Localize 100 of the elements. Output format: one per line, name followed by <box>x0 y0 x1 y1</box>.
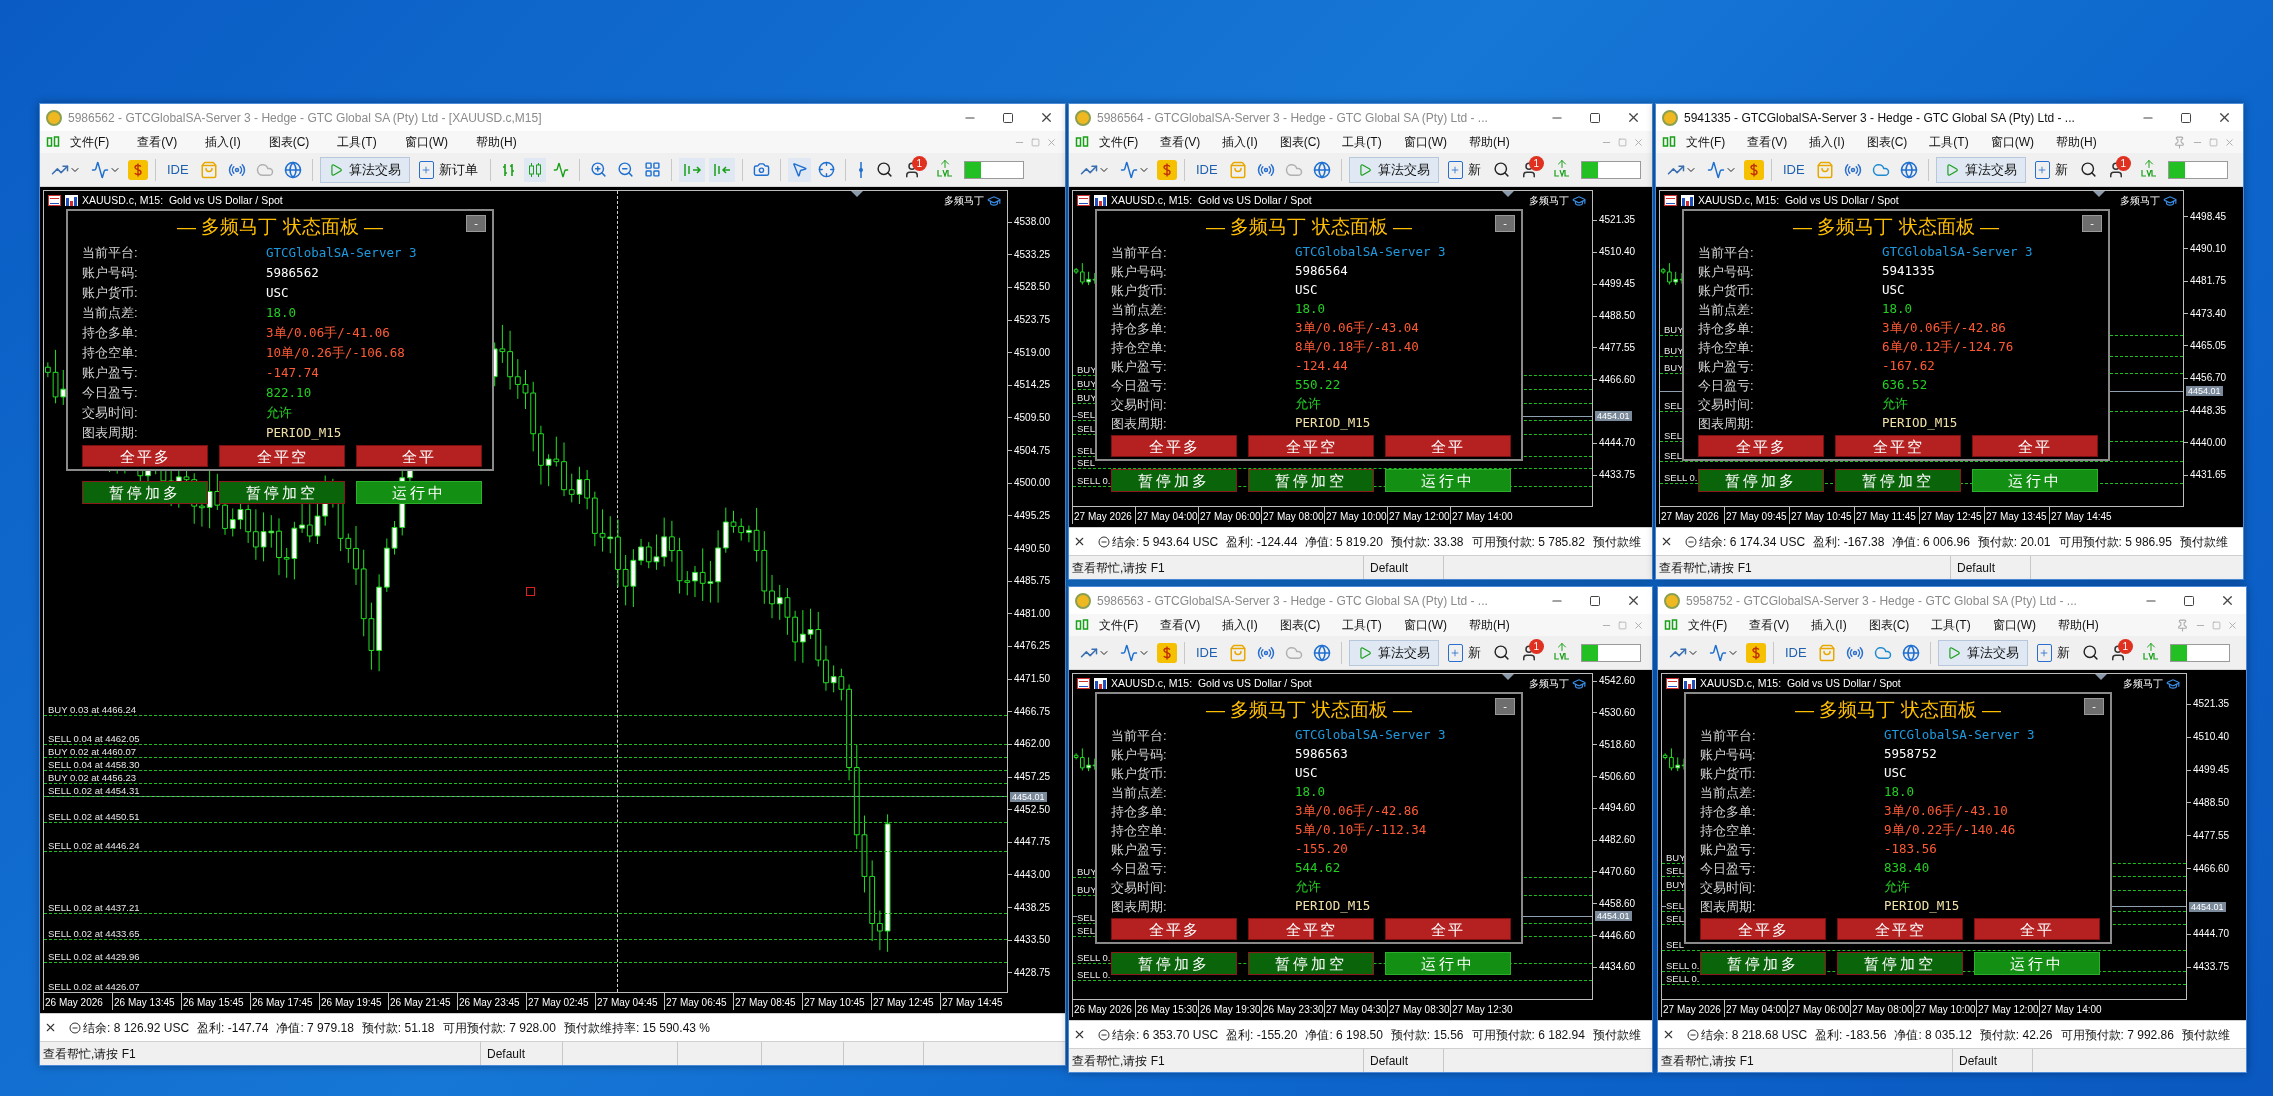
algo-trading-button[interactable]: 算法交易 <box>319 156 410 183</box>
menu-item[interactable]: 帮助(H) <box>1469 133 1510 151</box>
menu-item[interactable]: 查看(V) <box>1160 133 1201 151</box>
auto-scroll-icon[interactable] <box>708 157 735 182</box>
close-icon[interactable] <box>1660 535 1673 548</box>
menu-item[interactable]: 插入(I) <box>1811 616 1847 634</box>
menu-item[interactable]: 查看(V) <box>1160 616 1201 634</box>
close-positions-button[interactable]: 全平空 <box>1248 918 1374 940</box>
mode-toggle-button[interactable]: 暂停加空 <box>219 481 345 504</box>
mode-toggle-button[interactable]: 暂停加空 <box>1248 952 1374 975</box>
bars-icon[interactable] <box>1094 195 1107 207</box>
menu-item[interactable]: 文件(F) <box>1688 616 1728 634</box>
menu-item[interactable]: 图表(C) <box>1868 616 1910 634</box>
algo-trading-button[interactable]: 算法交易 <box>1935 156 2026 183</box>
table-icon[interactable] <box>48 195 61 207</box>
cursor-icon[interactable] <box>787 157 811 182</box>
mode-toggle-button[interactable]: 暂停加多 <box>1698 469 1824 492</box>
new-order-button[interactable]: 新 <box>1442 156 1486 183</box>
menu-item[interactable]: 窗口(W) <box>1403 133 1447 151</box>
close-positions-button[interactable]: 全平多 <box>1111 435 1237 457</box>
close-icon[interactable] <box>44 1021 57 1034</box>
menu-item[interactable]: 插入(I) <box>205 133 241 151</box>
close-positions-button[interactable]: 全平空 <box>1248 435 1374 457</box>
mode-toggle-button[interactable]: 运行中 <box>356 481 482 504</box>
collapse-button[interactable]: - <box>2082 215 2102 232</box>
mode-toggle-button[interactable]: 运行中 <box>1974 952 2100 975</box>
menu-item[interactable]: 图表(C) <box>1279 133 1321 151</box>
mode-toggle-button[interactable]: 暂停加空 <box>1248 469 1374 492</box>
close-positions-button[interactable]: 全平空 <box>219 445 345 467</box>
menu-item[interactable]: 帮助(H) <box>2056 133 2097 151</box>
menu-item[interactable]: 窗口(W) <box>1403 616 1447 634</box>
account-button[interactable]: 1 <box>1516 157 1541 182</box>
menu-item[interactable]: 查看(V) <box>137 133 178 151</box>
close-icon[interactable] <box>1073 1028 1086 1041</box>
menu-item[interactable]: 工具(T) <box>1342 616 1382 634</box>
new-order-button[interactable]: 新 <box>1442 639 1486 666</box>
account-button[interactable]: 1 <box>2103 157 2128 182</box>
menu-item[interactable]: 工具(T) <box>1929 133 1969 151</box>
algo-trading-button[interactable]: 算法交易 <box>1348 639 1439 666</box>
shift-marker-icon[interactable] <box>850 191 863 197</box>
table-icon[interactable] <box>1077 678 1090 690</box>
menu-item[interactable]: 插入(I) <box>1222 616 1258 634</box>
bars-icon[interactable] <box>1683 678 1696 690</box>
menu-item[interactable]: 帮助(H) <box>476 133 517 151</box>
table-icon[interactable] <box>1666 678 1679 690</box>
collapse-button[interactable]: - <box>2084 698 2104 715</box>
candlestick-icon[interactable] <box>523 157 546 182</box>
close-positions-button[interactable]: 全平多 <box>1700 918 1826 940</box>
close-positions-button[interactable]: 全平 <box>1385 918 1511 940</box>
ide-button[interactable]: IDE <box>1192 642 1222 663</box>
menu-item[interactable]: 查看(V) <box>1747 133 1788 151</box>
menu-item[interactable]: 窗口(W) <box>404 133 448 151</box>
menu-item[interactable]: 图表(C) <box>1279 616 1321 634</box>
menu-item[interactable]: 插入(I) <box>1809 133 1845 151</box>
shift-marker-icon[interactable] <box>1502 674 1515 680</box>
close-icon[interactable] <box>1073 535 1086 548</box>
menu-item[interactable]: 文件(F) <box>1686 133 1726 151</box>
account-button[interactable]: 1 <box>1516 640 1541 665</box>
mode-toggle-button[interactable]: 暂停加空 <box>1837 952 1963 975</box>
algo-trading-button[interactable]: 算法交易 <box>1937 639 2028 666</box>
mode-toggle-button[interactable]: 运行中 <box>1385 469 1511 492</box>
shift-marker-icon[interactable] <box>2095 674 2108 680</box>
menu-item[interactable]: 查看(V) <box>1749 616 1790 634</box>
menu-item[interactable]: 工具(T) <box>1931 616 1971 634</box>
menu-item[interactable]: 图表(C) <box>1866 133 1908 151</box>
mode-toggle-button[interactable]: 暂停加多 <box>1700 952 1826 975</box>
ide-button[interactable]: IDE <box>1192 159 1222 180</box>
collapse-button[interactable]: - <box>466 215 486 232</box>
close-positions-button[interactable]: 全平 <box>1972 435 2098 457</box>
close-positions-button[interactable]: 全平 <box>356 445 482 467</box>
new-order-button[interactable]: 新 <box>2029 156 2073 183</box>
shift-marker-icon[interactable] <box>2092 191 2105 197</box>
collapse-button[interactable]: - <box>1495 698 1515 715</box>
menu-item[interactable]: 帮助(H) <box>2058 616 2099 634</box>
mode-toggle-button[interactable]: 运行中 <box>1385 952 1511 975</box>
menu-item[interactable]: 插入(I) <box>1222 133 1258 151</box>
new-order-button[interactable]: 新订单 <box>413 156 483 183</box>
mode-toggle-button[interactable]: 暂停加多 <box>1111 469 1237 492</box>
mode-toggle-button[interactable]: 运行中 <box>1972 469 2098 492</box>
menu-item[interactable]: 工具(T) <box>1342 133 1382 151</box>
shift-marker-icon[interactable] <box>1502 191 1515 197</box>
menu-item[interactable]: 文件(F) <box>1099 133 1139 151</box>
close-icon[interactable] <box>1662 1028 1675 1041</box>
close-positions-button[interactable]: 全平 <box>1385 435 1511 457</box>
dollar-coin-icon[interactable] <box>1157 642 1177 663</box>
ide-button[interactable]: IDE <box>1779 159 1809 180</box>
close-positions-button[interactable]: 全平 <box>1974 918 2100 940</box>
mode-toggle-button[interactable]: 暂停加空 <box>1835 469 1961 492</box>
close-positions-button[interactable]: 全平空 <box>1837 918 1963 940</box>
menu-item[interactable]: 文件(F) <box>70 133 110 151</box>
menu-item[interactable]: 窗口(W) <box>1990 133 2034 151</box>
ide-button[interactable]: IDE <box>1781 642 1811 663</box>
ide-button[interactable]: IDE <box>163 159 193 180</box>
bars-icon[interactable] <box>65 195 78 207</box>
menu-item[interactable]: 帮助(H) <box>1469 616 1510 634</box>
collapse-button[interactable]: - <box>1495 215 1515 232</box>
close-positions-button[interactable]: 全平多 <box>82 445 208 467</box>
menu-item[interactable]: 图表(C) <box>268 133 310 151</box>
close-positions-button[interactable]: 全平多 <box>1698 435 1824 457</box>
dollar-coin-icon[interactable] <box>1157 159 1177 180</box>
